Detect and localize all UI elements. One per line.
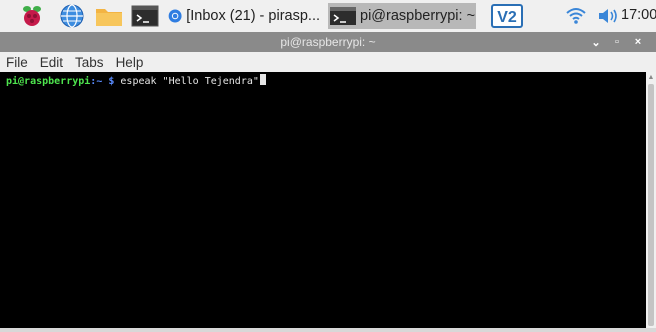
text-cursor (259, 74, 266, 85)
close-button[interactable]: × (630, 34, 646, 50)
window-titlebar[interactable]: pi@raspberrypi: ~ ⌄ ▫ × (0, 32, 656, 52)
chromium-icon (168, 9, 182, 23)
terminal-command: espeak "Hello Tejendra" (114, 76, 259, 87)
menu-tabs[interactable]: Tabs (75, 55, 104, 70)
terminal-area[interactable]: pi@raspberrypi:~ $ espeak "Hello Tejendr… (0, 72, 646, 328)
menu-file[interactable]: File (6, 55, 28, 70)
volume-icon[interactable] (597, 6, 621, 26)
minimize-button[interactable]: ⌄ (588, 34, 604, 50)
menu-help[interactable]: Help (116, 55, 144, 70)
taskbar: [Inbox (21) - pirasp... pi@raspberrypi: … (0, 0, 656, 32)
taskbar-task-label: pi@raspberrypi: ~ (360, 8, 476, 24)
maximize-button[interactable]: ▫ (609, 34, 625, 50)
taskbar-task-terminal[interactable]: pi@raspberrypi: ~ (328, 3, 476, 29)
vnc-server-icon[interactable]: V2 (491, 4, 523, 28)
window-title: pi@raspberrypi: ~ (280, 35, 376, 49)
terminal-line: pi@raspberrypi:~ $ espeak "Hello Tejendr… (6, 74, 266, 87)
scroll-thumb[interactable] (648, 84, 654, 326)
taskbar-task-label: [Inbox (21) - pirasp... (186, 8, 320, 24)
folder-icon[interactable] (94, 4, 124, 28)
taskbar-task-inbox[interactable]: [Inbox (21) - pirasp... (168, 3, 320, 29)
terminal-icon (330, 7, 356, 25)
menu-bar: File Edit Tabs Help (0, 52, 656, 72)
terminal-icon[interactable] (130, 4, 160, 28)
window-bottom-border (0, 328, 656, 332)
wifi-icon[interactable] (565, 6, 587, 26)
clock[interactable]: 17:00 (621, 7, 656, 23)
globe-icon[interactable] (58, 4, 86, 28)
prompt-path: :~ $ (90, 76, 115, 87)
vnc-label: V2 (497, 9, 517, 26)
terminal-scrollbar[interactable]: ▲ (646, 72, 656, 328)
scroll-up-arrow-icon[interactable]: ▲ (647, 74, 655, 82)
menu-edit[interactable]: Edit (40, 55, 63, 70)
raspberry-pi-menu-icon[interactable] (18, 4, 46, 28)
prompt-user: pi@raspberrypi (6, 76, 91, 87)
